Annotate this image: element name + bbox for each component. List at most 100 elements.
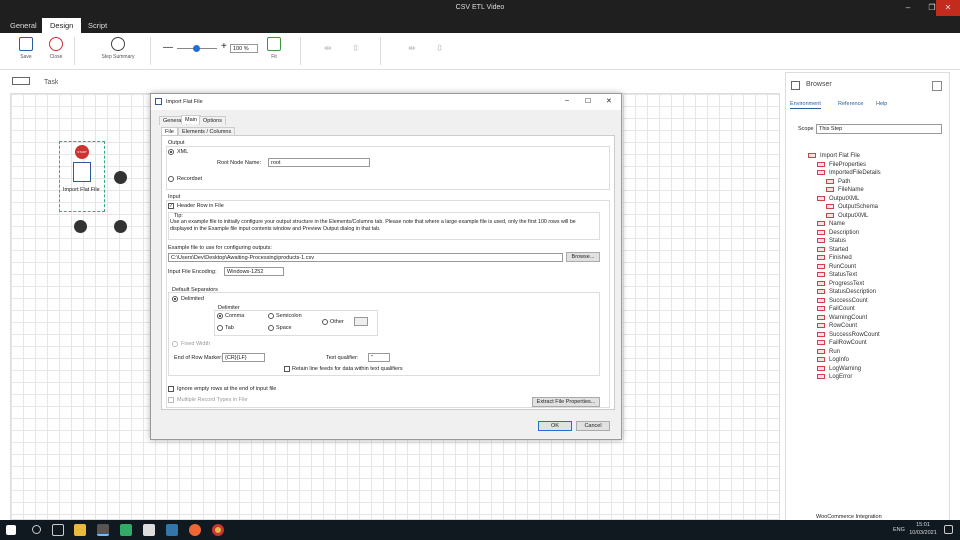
tree-item[interactable]: LogInfo — [817, 357, 849, 363]
tree-item[interactable]: Path — [826, 178, 850, 185]
tree-item[interactable]: Status — [817, 238, 846, 244]
app-icon[interactable] — [97, 524, 109, 536]
tree-item[interactable]: SuccessCount — [817, 297, 868, 304]
tree-item[interactable]: SuccessRowCount — [817, 331, 880, 338]
dialog-minimize-icon[interactable]: – — [565, 97, 569, 104]
minimize-button[interactable]: – — [896, 0, 920, 16]
text-qualifier-select[interactable]: " — [368, 353, 390, 362]
tree-item[interactable]: Finished — [817, 255, 852, 261]
cancel-button[interactable]: Cancel — [576, 421, 610, 431]
example-file-input[interactable]: C:\Users\Dev\Desktop\Awaiting-Processing… — [168, 253, 563, 262]
tree-item[interactable]: FailCount — [817, 306, 855, 312]
dialog-close-icon[interactable]: ✕ — [606, 97, 612, 105]
encoding-select[interactable]: Windows-1252 — [224, 267, 284, 276]
tree-item[interactable]: FileProperties — [817, 161, 866, 168]
tree-item[interactable]: OutputXML — [826, 212, 868, 219]
zoom-out-icon[interactable]: — — [163, 42, 173, 53]
tree-item[interactable]: Name — [817, 221, 845, 227]
tree-item[interactable]: ImportedFileDetails — [817, 170, 881, 176]
app-icon-3[interactable] — [143, 524, 155, 536]
tree-item[interactable]: ProgressText — [817, 280, 865, 287]
clock-time[interactable]: 15:01 — [912, 522, 934, 528]
other-input[interactable] — [354, 317, 368, 326]
tree-item[interactable]: OutputXML — [817, 195, 859, 202]
ok-button[interactable]: OK — [538, 421, 572, 431]
tree-item[interactable]: RunCount — [817, 263, 856, 270]
comma-radio[interactable] — [217, 313, 223, 319]
eor-select[interactable]: {CR}{LF} — [222, 353, 265, 362]
tree-item[interactable]: RowCount — [817, 323, 857, 329]
stop-connector-icon[interactable] — [74, 220, 87, 233]
ignore-empty-checkbox[interactable] — [168, 386, 174, 392]
clock-date[interactable]: 10/03/2021 — [906, 530, 940, 536]
tree-item[interactable]: Import Flat File — [808, 153, 860, 159]
dialog-tab-main[interactable]: Main — [181, 115, 201, 124]
semicolon-radio[interactable] — [268, 313, 274, 319]
file-explorer-icon[interactable] — [74, 524, 86, 536]
root-node-input[interactable]: root — [268, 158, 370, 167]
error-connector-icon[interactable] — [114, 220, 127, 233]
language-indicator[interactable]: ENG — [893, 527, 905, 533]
notification-icon[interactable] — [944, 525, 953, 534]
dialog-tab-options[interactable]: Options — [199, 116, 226, 125]
import-flat-file-step[interactable]: START Import Flat File — [59, 141, 105, 212]
zoom-in-icon[interactable]: + — [221, 41, 227, 52]
save-button[interactable]: Save — [14, 37, 38, 60]
tab-design[interactable]: Design — [42, 18, 82, 33]
tree-item[interactable]: FileName — [826, 187, 864, 193]
space-radio[interactable] — [268, 325, 274, 331]
tree-item[interactable]: FailRowCount — [817, 340, 867, 346]
browser-tab-help[interactable]: Help — [876, 101, 887, 107]
tree-item[interactable]: Run — [817, 348, 840, 355]
fit-button[interactable]: Fit — [264, 37, 284, 60]
align-horizontal-icon[interactable]: ⇹ — [324, 43, 332, 54]
app-icon-2[interactable] — [120, 524, 132, 536]
tree-item[interactable]: WarningCount — [817, 314, 868, 321]
tree-item[interactable]: OutputSchema — [826, 204, 878, 210]
header-row-label: Header Row in File — [177, 203, 224, 209]
fit-icon — [267, 37, 281, 51]
zoom-select[interactable]: 100 % — [230, 44, 258, 53]
tree-item-label: ProgressText — [829, 280, 865, 287]
extract-file-properties-button[interactable]: Extract File Properties... — [532, 397, 600, 407]
retain-lf-checkbox[interactable] — [284, 366, 290, 372]
tree-item-label: ImportedFileDetails — [829, 170, 881, 177]
dialog-maximize-icon[interactable]: ☐ — [585, 97, 591, 105]
close-window-button[interactable]: ✕ — [936, 0, 960, 16]
next-step-connector-icon[interactable] — [114, 171, 127, 184]
tab-script[interactable]: Script — [80, 18, 115, 33]
windows-start-icon[interactable] — [6, 525, 16, 535]
zoom-slider-thumb[interactable] — [193, 45, 200, 52]
tab-general[interactable]: General — [2, 18, 45, 33]
tree-item[interactable]: StatusText — [817, 272, 857, 278]
align-vertical-icon[interactable]: ⇳ — [352, 43, 360, 54]
task-view-icon[interactable] — [52, 524, 64, 536]
xml-radio[interactable] — [168, 149, 174, 155]
browser-tab-environment[interactable]: Environment — [790, 101, 821, 109]
tree-item[interactable]: StatusDescription — [817, 289, 876, 295]
close-button[interactable]: Close — [44, 37, 68, 60]
tree-item[interactable]: LogWarning — [817, 365, 861, 372]
chrome-icon[interactable] — [212, 524, 224, 536]
scope-select[interactable]: This Step — [816, 124, 942, 134]
pin-icon[interactable] — [932, 81, 942, 91]
tree-item[interactable]: Started — [817, 246, 848, 253]
distribute-vertical-icon[interactable]: ⇳ — [436, 43, 444, 54]
tree-item[interactable]: LogError — [817, 374, 852, 380]
header-row-checkbox[interactable]: ✓ — [168, 203, 174, 209]
multiple-record-checkbox[interactable] — [168, 397, 174, 403]
app-icon-4[interactable] — [166, 524, 178, 536]
delimited-radio[interactable] — [172, 296, 178, 302]
tree-item-label: WarningCount — [829, 314, 868, 321]
step-summary-button[interactable]: Step Summary — [96, 37, 140, 60]
browse-button[interactable]: Browse... — [566, 252, 600, 262]
search-icon[interactable] — [32, 525, 41, 534]
distribute-horizontal-icon[interactable]: ⇹ — [408, 43, 416, 54]
recordset-radio[interactable] — [168, 176, 174, 182]
fixed-width-radio[interactable] — [172, 341, 178, 347]
app-icon-5[interactable] — [189, 524, 201, 536]
browser-tab-reference[interactable]: Reference — [838, 101, 863, 107]
tab-radio[interactable] — [217, 325, 223, 331]
tree-item[interactable]: Description — [817, 229, 859, 236]
other-radio[interactable] — [322, 319, 328, 325]
